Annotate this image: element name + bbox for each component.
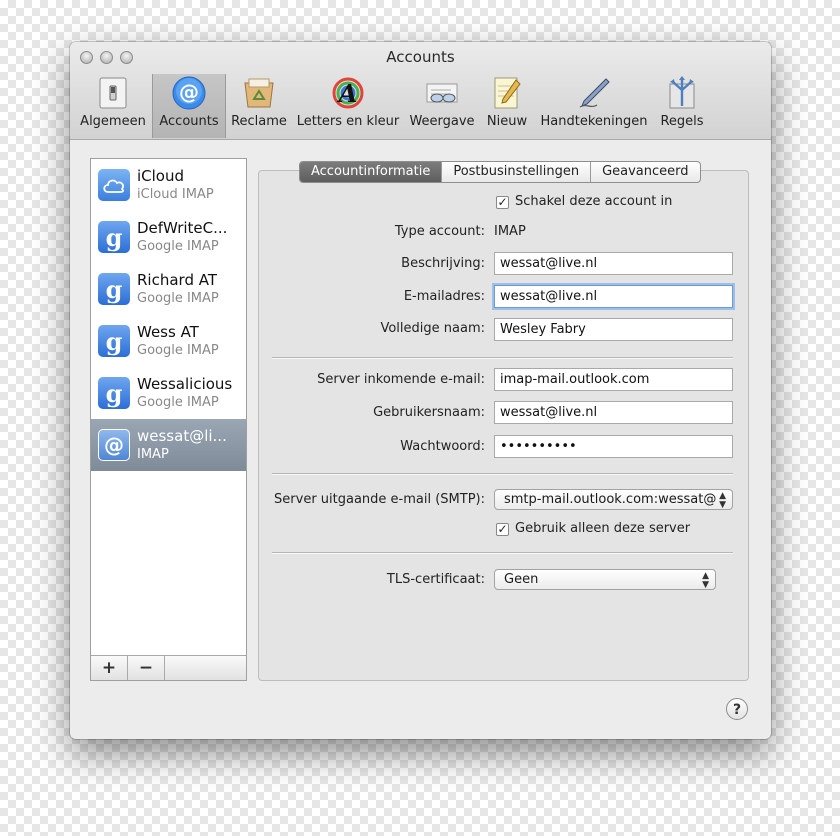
google-icon: g xyxy=(98,377,130,409)
rules-icon xyxy=(665,76,699,110)
svg-text:A: A xyxy=(337,79,358,108)
account-item-richard-at[interactable]: g Richard AT Google IMAP xyxy=(91,263,246,315)
account-item-icloud[interactable]: iCloud iCloud IMAP xyxy=(91,159,246,211)
tls-certificate-popup[interactable]: Geen ▲ ▼ xyxy=(494,569,716,590)
divider xyxy=(272,357,733,359)
up-down-arrows-icon: ▲ ▼ xyxy=(702,571,709,590)
password-label: Wachtwoord: xyxy=(400,439,485,454)
toolbar-weergave[interactable]: Weergave xyxy=(408,76,476,136)
account-name: Wessalicious xyxy=(137,375,233,393)
google-icon: g xyxy=(98,221,130,253)
divider xyxy=(272,552,733,554)
fullname-field[interactable]: Wesley Fabry xyxy=(494,318,733,341)
account-item-defwritec[interactable]: g DefWriteC... Google IMAP xyxy=(91,211,246,263)
toolbar-algemeen-label: Algemeen xyxy=(80,114,146,129)
toolbar-letters-en-kleur[interactable]: A Letters en kleur xyxy=(294,76,402,136)
type-account-label: Type account: xyxy=(394,224,485,239)
password-field[interactable]: •••••••••• xyxy=(494,435,733,458)
account-type: Google IMAP xyxy=(137,239,219,254)
window-title: Accounts xyxy=(386,48,455,66)
smtp-server-popup[interactable]: smtp-mail.outlook.com:wessat@ ▲ ▼ xyxy=(494,489,733,510)
pen-icon xyxy=(577,76,611,110)
divider xyxy=(272,473,733,475)
incoming-server-field[interactable]: imap-mail.outlook.com xyxy=(494,368,733,391)
remove-account-button[interactable]: − xyxy=(128,656,165,680)
add-account-button[interactable]: + xyxy=(91,656,128,680)
only-this-server-checkbox[interactable]: ✓ xyxy=(496,523,509,536)
cloud-icon xyxy=(98,169,130,201)
tab-accountinformatie[interactable]: Accountinformatie xyxy=(300,162,442,182)
toolbar-nieuw[interactable]: Nieuw xyxy=(482,76,532,136)
help-button[interactable]: ? xyxy=(726,698,748,720)
account-details-panel xyxy=(258,170,749,681)
toolbar-nieuw-label: Nieuw xyxy=(486,114,528,129)
account-name: wessat@li... xyxy=(137,427,227,445)
enable-account-label: Schakel deze account in xyxy=(515,194,673,209)
smtp-server-value: smtp-mail.outlook.com:wessat@ xyxy=(504,492,717,507)
toolbar-reclame-label: Reclame xyxy=(231,114,287,129)
recycle-icon xyxy=(242,76,276,110)
google-icon: g xyxy=(98,273,130,305)
toolbar-letters-label: Letters en kleur xyxy=(296,114,400,129)
smtp-server-label: Server uitgaande e-mail (SMTP): xyxy=(274,492,485,507)
account-item-wessalicious[interactable]: g Wessalicious Google IMAP xyxy=(91,367,246,419)
svg-text:@: @ xyxy=(179,80,199,104)
toolbar-regels[interactable]: Regels xyxy=(654,76,710,136)
toolbar-accounts[interactable]: @ Accounts xyxy=(152,74,226,138)
tab-bar: Accountinformatie Postbusinstellingen Ge… xyxy=(299,161,701,183)
description-label: Beschrijving: xyxy=(401,256,485,271)
font-color-icon: A xyxy=(331,76,365,110)
tab-postbusinstellingen[interactable]: Postbusinstellingen xyxy=(441,162,590,182)
at-icon: @ xyxy=(172,76,206,110)
at-icon: @ xyxy=(98,429,130,461)
account-name: Wess AT xyxy=(137,323,199,341)
toolbar-accounts-label: Accounts xyxy=(159,114,219,129)
glasses-icon xyxy=(425,76,459,110)
username-label: Gebruikersnaam: xyxy=(373,405,485,420)
type-account-value: IMAP xyxy=(494,224,526,239)
toolbar-handtekeningen-label: Handtekeningen xyxy=(540,114,648,129)
tab-geavanceerd[interactable]: Geavanceerd xyxy=(590,162,699,182)
account-type: Google IMAP xyxy=(137,395,219,410)
toolbar: Accounts Algemeen @ Accounts Reclame A L… xyxy=(70,42,771,140)
fullname-label: Volledige naam: xyxy=(380,321,485,336)
account-type: IMAP xyxy=(137,447,169,462)
enable-account-checkbox[interactable]: ✓ xyxy=(496,196,509,209)
switch-icon xyxy=(96,76,130,110)
accounts-window: Accounts Algemeen @ Accounts Reclame A L… xyxy=(70,42,771,739)
up-down-arrows-icon: ▲ ▼ xyxy=(719,491,726,510)
account-type: Google IMAP xyxy=(137,291,219,306)
toolbar-reclame[interactable]: Reclame xyxy=(228,76,290,136)
tls-certificate-label: TLS-certificaat: xyxy=(386,572,485,587)
toolbar-algemeen[interactable]: Algemeen xyxy=(78,76,148,136)
toolbar-regels-label: Regels xyxy=(660,114,704,129)
toolbar-handtekeningen[interactable]: Handtekeningen xyxy=(538,76,650,136)
account-item-wessat[interactable]: @ wessat@li... IMAP xyxy=(91,419,246,471)
username-field[interactable]: wessat@live.nl xyxy=(494,401,733,424)
email-field[interactable]: wessat@live.nl xyxy=(494,285,733,308)
account-list: iCloud iCloud IMAP g DefWriteC... Google… xyxy=(90,158,247,681)
account-name: iCloud xyxy=(137,167,185,185)
account-item-wess-at[interactable]: g Wess AT Google IMAP xyxy=(91,315,246,367)
notepad-icon xyxy=(490,76,524,110)
account-list-footer: + − xyxy=(91,655,246,680)
tls-certificate-value: Geen xyxy=(504,572,539,587)
incoming-server-label: Server inkomende e-mail: xyxy=(317,372,485,387)
toolbar-weergave-label: Weergave xyxy=(409,114,475,129)
only-this-server-label: Gebruik alleen deze server xyxy=(515,521,691,536)
account-name: Richard AT xyxy=(137,271,217,289)
google-icon: g xyxy=(98,325,130,357)
account-type: iCloud IMAP xyxy=(137,187,214,202)
description-field[interactable]: wessat@live.nl xyxy=(494,252,733,275)
account-name: DefWriteC... xyxy=(137,219,228,237)
email-label: E-mailadres: xyxy=(403,289,485,304)
account-type: Google IMAP xyxy=(137,343,219,358)
